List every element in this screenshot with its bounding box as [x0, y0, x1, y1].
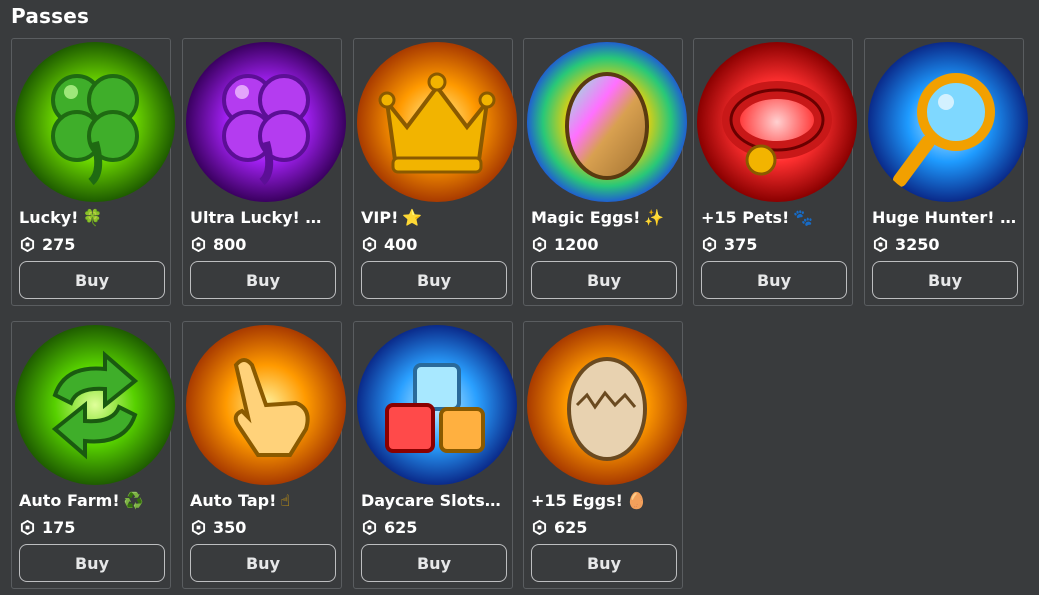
toy-blocks-icon[interactable]	[357, 325, 517, 485]
price: 1200	[532, 233, 599, 255]
robux-icon	[20, 519, 35, 535]
pass-name: Daycare Slots…	[361, 491, 501, 510]
robux-icon	[362, 519, 377, 535]
pass-name: Auto Farm! ♻️	[19, 491, 144, 510]
pass-name: Huge Hunter! …	[872, 208, 1017, 227]
buy-button[interactable]: Buy	[872, 261, 1018, 299]
robux-icon	[362, 236, 377, 252]
pass-card-15-pets[interactable]: +15 Pets! 🐾 375 Buy	[693, 38, 857, 306]
price: 625	[532, 516, 587, 538]
price: 625	[362, 516, 417, 538]
pass-card-huge-hunter[interactable]: Huge Hunter! … 3250 Buy	[864, 38, 1028, 306]
pass-card-daycare-slots[interactable]: Daycare Slots… 625 Buy	[353, 321, 517, 589]
buy-button[interactable]: Buy	[190, 261, 336, 299]
rainbow-egg-icon[interactable]	[527, 42, 687, 202]
pass-card-vip[interactable]: VIP! ⭐ 400 Buy	[353, 38, 517, 306]
pass-name: Ultra Lucky! …	[190, 208, 322, 227]
pointing-emoji-icon: ☝	[280, 491, 291, 510]
pass-name: Auto Tap! ☝	[190, 491, 291, 510]
buy-button[interactable]: Buy	[531, 261, 677, 299]
price: 3250	[873, 233, 940, 255]
paw-emoji-icon: 🐾	[793, 208, 814, 227]
robux-icon	[873, 236, 888, 252]
robux-icon	[702, 236, 717, 252]
section-title: Passes	[11, 4, 90, 28]
pointing-hand-icon[interactable]	[186, 325, 346, 485]
price: 275	[20, 233, 75, 255]
buy-button[interactable]: Buy	[361, 261, 507, 299]
sparkles-emoji-icon: ✨	[644, 208, 665, 227]
pass-card-lucky[interactable]: Lucky! 🍀 275 Buy	[11, 38, 175, 306]
pass-name: +15 Pets! 🐾	[701, 208, 814, 227]
pass-card-15-eggs[interactable]: +15 Eggs! 🥚 625 Buy	[523, 321, 687, 589]
buy-button[interactable]: Buy	[361, 544, 507, 582]
robux-icon	[191, 519, 206, 535]
buy-button[interactable]: Buy	[19, 544, 165, 582]
magnifying-glass-icon[interactable]	[868, 42, 1028, 202]
buy-button[interactable]: Buy	[190, 544, 336, 582]
robux-icon	[191, 236, 206, 252]
robux-icon	[532, 519, 547, 535]
pass-name: VIP! ⭐	[361, 208, 423, 227]
buy-button[interactable]: Buy	[701, 261, 847, 299]
four-leaf-clover-icon[interactable]	[15, 42, 175, 202]
recycle-arrows-icon[interactable]	[15, 325, 175, 485]
price: 400	[362, 233, 417, 255]
pass-card-magic-eggs[interactable]: Magic Eggs! ✨ 1200 Buy	[523, 38, 687, 306]
recycle-emoji-icon: ♻️	[123, 491, 144, 510]
price: 175	[20, 516, 75, 538]
vip-crown-icon[interactable]	[357, 42, 517, 202]
purple-clover-icon[interactable]	[186, 42, 346, 202]
robux-icon	[532, 236, 547, 252]
robux-icon	[20, 236, 35, 252]
buy-button[interactable]: Buy	[19, 261, 165, 299]
pass-card-auto-farm[interactable]: Auto Farm! ♻️ 175 Buy	[11, 321, 175, 589]
egg-emoji-icon: 🥚	[626, 491, 647, 510]
buy-button[interactable]: Buy	[531, 544, 677, 582]
star-emoji-icon: ⭐	[402, 208, 423, 227]
price: 375	[702, 233, 757, 255]
clover-emoji-icon: 🍀	[82, 208, 103, 227]
cracked-egg-icon[interactable]	[527, 325, 687, 485]
pet-collar-icon[interactable]	[697, 42, 857, 202]
pass-name: Lucky! 🍀	[19, 208, 103, 227]
price: 800	[191, 233, 246, 255]
pass-name: Magic Eggs! ✨	[531, 208, 665, 227]
pass-card-auto-tap[interactable]: Auto Tap! ☝ 350 Buy	[182, 321, 346, 589]
pass-name: +15 Eggs! 🥚	[531, 491, 647, 510]
pass-card-ultra-lucky[interactable]: Ultra Lucky! … 800 Buy	[182, 38, 346, 306]
price: 350	[191, 516, 246, 538]
